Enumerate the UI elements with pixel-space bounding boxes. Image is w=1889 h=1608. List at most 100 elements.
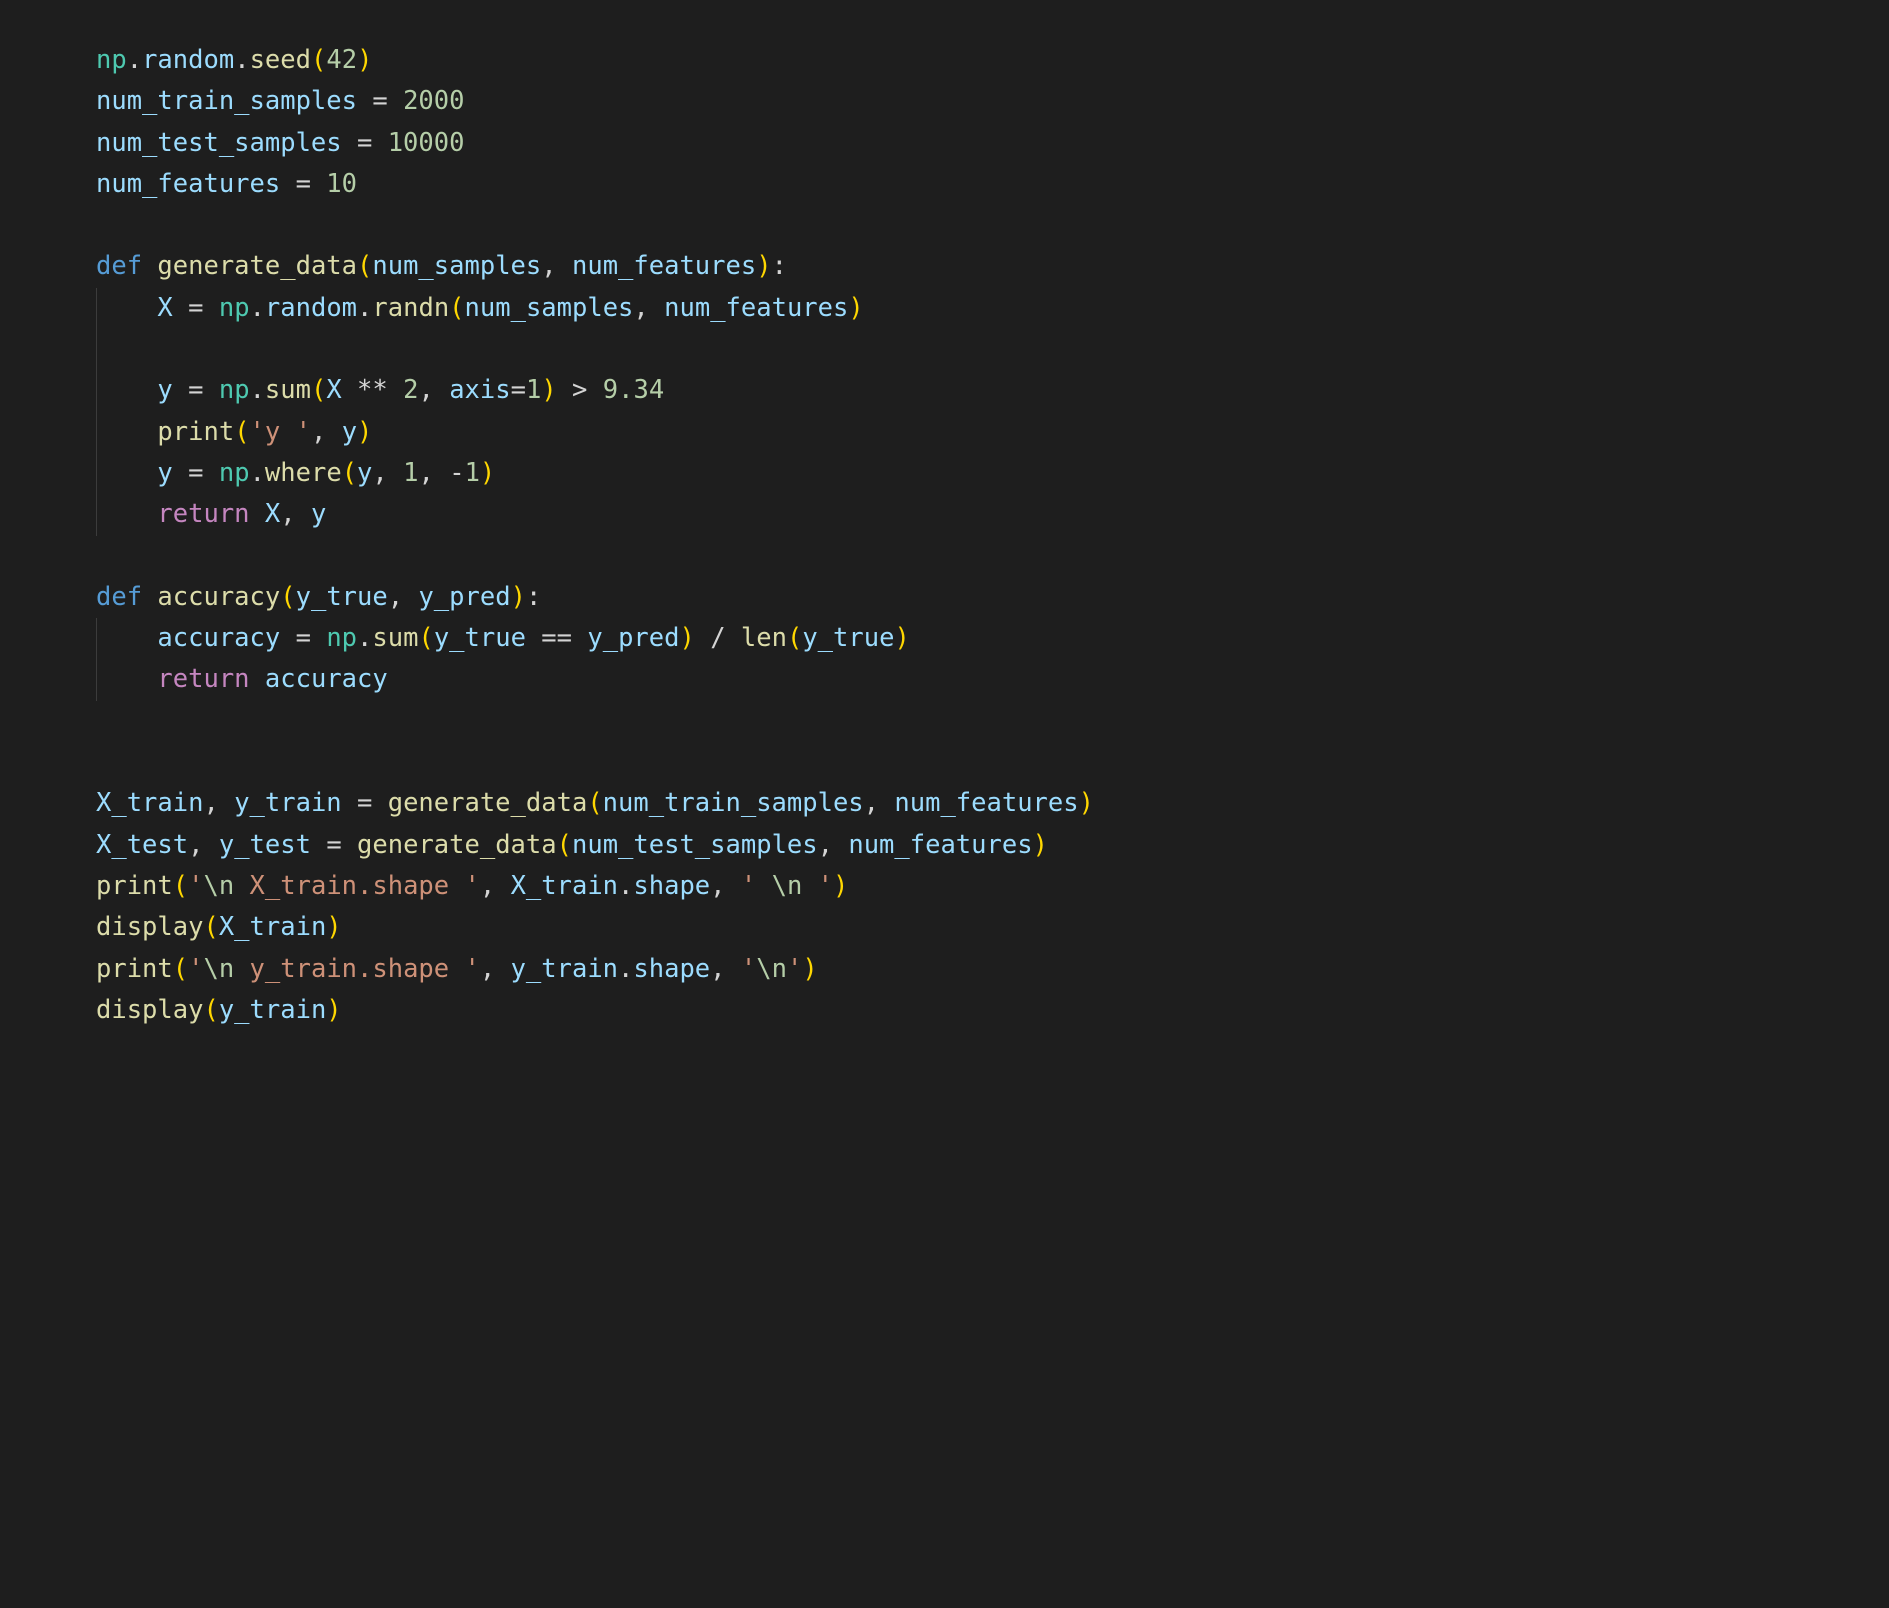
code-token: ' [188,954,203,984]
code-token: = [173,458,219,488]
code-token: num_train_samples [603,788,864,818]
code-token: sum [265,375,311,405]
code-token: ( [280,582,295,612]
code-line[interactable]: print('\n X_train.shape ', X_train.shape… [96,866,1889,907]
code-token: , [311,417,342,447]
code-line[interactable]: X_test, y_test = generate_data(num_test_… [96,825,1889,866]
code-line[interactable] [96,205,1889,246]
code-token: = [280,623,326,653]
code-token: accuracy [157,582,280,612]
code-token: 9.34 [603,375,664,405]
code-token: - [449,458,464,488]
code-token: np [96,45,127,75]
code-token: y [357,458,372,488]
code-token: num_test_samples [572,830,818,860]
code-token: ) [1033,830,1048,860]
code-token: 10 [326,169,357,199]
code-token: ( [557,830,572,860]
code-token: , [864,788,895,818]
code-token: . [250,458,265,488]
code-token: ) [480,458,495,488]
code-token: = [357,86,403,116]
code-token: ' [188,871,203,901]
code-token: ( [449,293,464,323]
code-token: np [219,375,250,405]
code-token: y_train [219,995,326,1025]
code-token: accuracy [157,623,280,653]
code-token: ) [326,995,341,1025]
code-token: len [741,623,787,653]
code-token: np [219,458,250,488]
code-token: generate_data [357,830,557,860]
code-line[interactable]: accuracy = np.sum(y_true == y_pred) / le… [96,618,1889,659]
code-line[interactable]: num_test_samples = 10000 [96,123,1889,164]
code-token: def [96,582,142,612]
code-token: num_features [894,788,1078,818]
code-token: y [311,499,326,529]
code-token: ( [173,954,188,984]
code-line[interactable]: X_train, y_train = generate_data(num_tra… [96,783,1889,824]
code-line[interactable]: X = np.random.randn(num_samples, num_fea… [96,288,1889,329]
code-line[interactable]: display(X_train) [96,907,1889,948]
code-line[interactable]: print('y ', y) [96,412,1889,453]
code-line[interactable] [96,701,1889,742]
code-line[interactable]: print('\n y_train.shape ', y_train.shape… [96,949,1889,990]
code-line[interactable] [96,329,1889,370]
code-token: ( [418,623,433,653]
code-token: ) [848,293,863,323]
code-token: ( [357,251,372,281]
code-token: num_features [664,293,848,323]
code-token: generate_data [157,251,357,281]
code-token: ) [511,582,526,612]
code-token: seed [250,45,311,75]
code-token: num_samples [465,293,634,323]
code-line[interactable]: y = np.where(y, 1, -1) [96,453,1889,494]
code-token: ( [173,871,188,901]
code-token: X_train.shape ' [234,871,480,901]
code-token [250,499,265,529]
code-token: \n [203,871,234,901]
code-token: X [265,499,280,529]
code-token: y_train.shape ' [234,954,480,984]
code-token: generate_data [388,788,588,818]
code-token: ' [802,871,833,901]
code-token: shape [633,871,710,901]
code-token: y [157,375,172,405]
code-line[interactable]: y = np.sum(X ** 2, axis=1) > 9.34 [96,370,1889,411]
code-token: = [173,293,219,323]
code-token: 1 [526,375,541,405]
code-token: def [96,251,142,281]
code-line[interactable]: num_train_samples = 2000 [96,81,1889,122]
code-line[interactable]: return accuracy [96,659,1889,700]
code-line[interactable]: def accuracy(y_true, y_pred): [96,577,1889,618]
code-line[interactable]: np.random.seed(42) [96,40,1889,81]
code-token: y_pred [418,582,510,612]
code-token: axis [449,375,510,405]
code-token: , [818,830,849,860]
code-token: print [96,871,173,901]
code-token [142,251,157,281]
code-token: num_test_samples [96,128,342,158]
indent-guide [96,618,157,659]
code-line[interactable]: display(y_train) [96,990,1889,1031]
code-token: return [157,499,249,529]
code-token: ( [203,995,218,1025]
code-line[interactable]: def generate_data(num_samples, num_featu… [96,246,1889,287]
code-line[interactable]: return X, y [96,494,1889,535]
code-token: y_train [234,788,341,818]
code-token: random [265,293,357,323]
code-token: ' [787,954,802,984]
code-token: where [265,458,342,488]
code-token: random [142,45,234,75]
code-line[interactable]: num_features = 10 [96,164,1889,205]
code-token: display [96,995,203,1025]
code-editor[interactable]: np.random.seed(42)num_train_samples = 20… [0,40,1889,1031]
code-token: ) [541,375,556,405]
code-line[interactable] [96,742,1889,783]
code-token: ) [756,251,771,281]
code-line[interactable] [96,536,1889,577]
code-token: ) [833,871,848,901]
code-token: y_true [802,623,894,653]
code-token: 10000 [388,128,465,158]
code-token: , [388,582,419,612]
